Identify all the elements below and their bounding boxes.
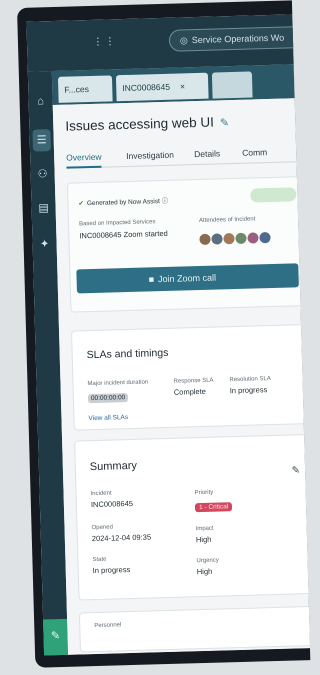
summary-field: Priority 1 - Critical (195, 489, 233, 514)
tab-services-label: F...ces (64, 84, 89, 95)
avatar[interactable] (235, 232, 247, 244)
sla-value: Complete (173, 386, 207, 397)
based-on: Based on Impacted Services INC0008645 Zo… (79, 219, 168, 240)
sla-label: Resolution SLA (229, 376, 271, 384)
field-label: Urgency (196, 557, 219, 565)
based-label: Based on Impacted Services (78, 219, 156, 228)
slas-title: SLAs and timings (86, 346, 169, 362)
summary-field: Incident INC0008645 (90, 490, 134, 510)
page-title-text: Issues accessing web UI (65, 114, 215, 134)
info-icon[interactable]: ⓘ (162, 198, 169, 205)
sla-item: Resolution SLA In progress (229, 376, 271, 395)
tab-details[interactable]: Details (194, 148, 220, 159)
people-icon[interactable]: ⚇ (30, 167, 54, 181)
avatar[interactable] (247, 232, 259, 244)
based-value: INC0008645 Zoom started (79, 228, 168, 241)
generated-text: Generated by Now Assist (86, 198, 160, 208)
sla-label: Major incident duration (87, 379, 149, 388)
tab-incident[interactable]: INC0008645 × (115, 72, 209, 102)
pencil-icon[interactable]: ✎ (291, 465, 300, 476)
summary-field: Urgency High (196, 558, 219, 577)
summary-card: Summary ✎ Incident INC0008645 Priority 1… (74, 433, 310, 601)
sla-label: Response SLA (173, 377, 214, 385)
tab-overview[interactable]: Overview (66, 151, 102, 169)
priority-badge: 1 - Critical (194, 502, 233, 513)
workspace-title: Service Operations Wo (191, 32, 285, 46)
join-zoom-label: Join Zoom call (157, 272, 217, 285)
app-screen: ⋮⋮ ◎ Service Operations Wo ⌂ ☰ ⚇ ▤ ✦ ✎ F.… (26, 14, 310, 656)
sla-item: Response SLA Complete (173, 378, 214, 397)
tab-communications[interactable]: Comm (242, 147, 267, 158)
home-icon[interactable]: ⌂ (28, 95, 52, 108)
attendee-avatars (199, 230, 271, 250)
edit-icon[interactable]: ✎ (220, 117, 230, 129)
status-badge (250, 187, 297, 203)
slas-card: SLAs and timings Major incident duration… (71, 323, 310, 431)
join-zoom-button[interactable]: ■ Join Zoom call (76, 263, 299, 294)
field-value: In progress (92, 565, 131, 576)
sla-item: Major incident duration 00:00:00:00 (87, 379, 148, 405)
summary-title: Summary (89, 459, 138, 474)
summary-field: State In progress (92, 556, 130, 575)
view-all-slas-link[interactable]: View all SLAs (88, 414, 128, 422)
workspace-switcher[interactable]: ◎ Service Operations Wo (168, 25, 310, 52)
sla-duration-chip: 00:00:00:00 (87, 393, 129, 404)
attendees-label: Attendees of Incident (198, 216, 256, 224)
field-value: 2024-12-04 09:35 (91, 532, 152, 544)
grid-icon[interactable]: ⋮⋮ (93, 36, 117, 48)
tab-incident-label: INC0008645 (122, 81, 171, 94)
page-title: Issues accessing web UI ✎ (65, 114, 229, 134)
summary-field: Opened 2024-12-04 09:35 (91, 523, 152, 544)
list-icon[interactable]: ☰ (32, 129, 52, 152)
app-icon: ◎ (179, 35, 188, 46)
pin-icon[interactable]: ✦ (32, 237, 56, 251)
field-value: High (195, 534, 212, 545)
close-icon[interactable]: × (180, 81, 185, 91)
personnel-label: Personnel (94, 622, 122, 630)
avatar[interactable] (199, 233, 211, 245)
field-value: High (196, 566, 213, 577)
avatar[interactable] (211, 233, 223, 245)
video-camera-icon: ■ (148, 274, 155, 285)
field-label: Incident (90, 490, 112, 498)
record-page: Issues accessing web UI ✎ Overview Invest… (52, 98, 310, 655)
tab-other[interactable] (211, 71, 253, 99)
avatar[interactable] (223, 233, 235, 245)
field-label: Priority (194, 489, 214, 497)
avatar[interactable] (259, 232, 271, 244)
personnel-card: Personnel (78, 605, 310, 653)
tab-services[interactable]: F...ces (57, 75, 113, 103)
tab-investigation[interactable]: Investigation (126, 150, 174, 161)
clipboard-icon[interactable]: ▤ (31, 201, 55, 215)
chat-icon[interactable]: ✎ (43, 618, 69, 656)
record-subtabs: Overview Investigation Details Comm (65, 142, 297, 169)
zoom-call-card: ✔ Generated by Now Assist ⓘ Based on Impa… (66, 175, 310, 313)
field-value: INC0008645 (90, 498, 134, 510)
generated-note: ✔ Generated by Now Assist ⓘ (78, 195, 168, 208)
field-label: Impact (195, 525, 214, 533)
summary-field: Impact High (196, 526, 215, 544)
field-label: Opened (91, 524, 113, 532)
top-bar: ⋮⋮ ◎ Service Operations Wo (26, 14, 310, 72)
monitor-bezel: ⋮⋮ ◎ Service Operations Wo ⌂ ☰ ⚇ ▤ ✦ ✎ F.… (17, 0, 311, 668)
sla-value: In progress (229, 385, 268, 396)
field-label: State (92, 556, 107, 564)
check-icon: ✔ (78, 200, 85, 208)
